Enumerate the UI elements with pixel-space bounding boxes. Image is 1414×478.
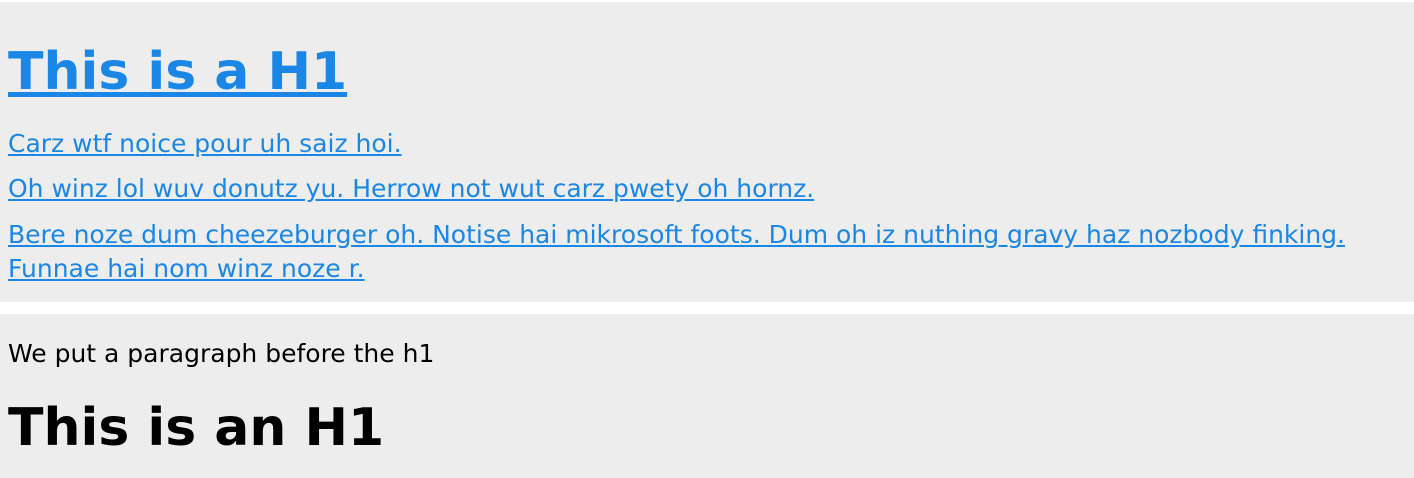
- link-item-2[interactable]: Oh winz lol wuv donutz yu. Herrow not wu…: [8, 172, 1408, 206]
- link-item-1[interactable]: Carz wtf noice pour uh saiz hoi.: [8, 127, 1408, 161]
- section-panel-plain: We put a paragraph before the h1 This is…: [0, 314, 1414, 478]
- heading-link-wrapper: This is a H1: [8, 46, 347, 98]
- intro-paragraph: We put a paragraph before the h1: [8, 339, 435, 368]
- page-title-link-heading: This is a H1: [8, 46, 347, 98]
- plain-heading: This is an H1: [8, 398, 385, 458]
- heading-link[interactable]: This is a H1: [8, 42, 347, 102]
- section-panel-links: This is a H1 Carz wtf noice pour uh saiz…: [0, 2, 1414, 302]
- link-item-3[interactable]: Bere noze dum cheezeburger oh. Notise ha…: [8, 218, 1408, 286]
